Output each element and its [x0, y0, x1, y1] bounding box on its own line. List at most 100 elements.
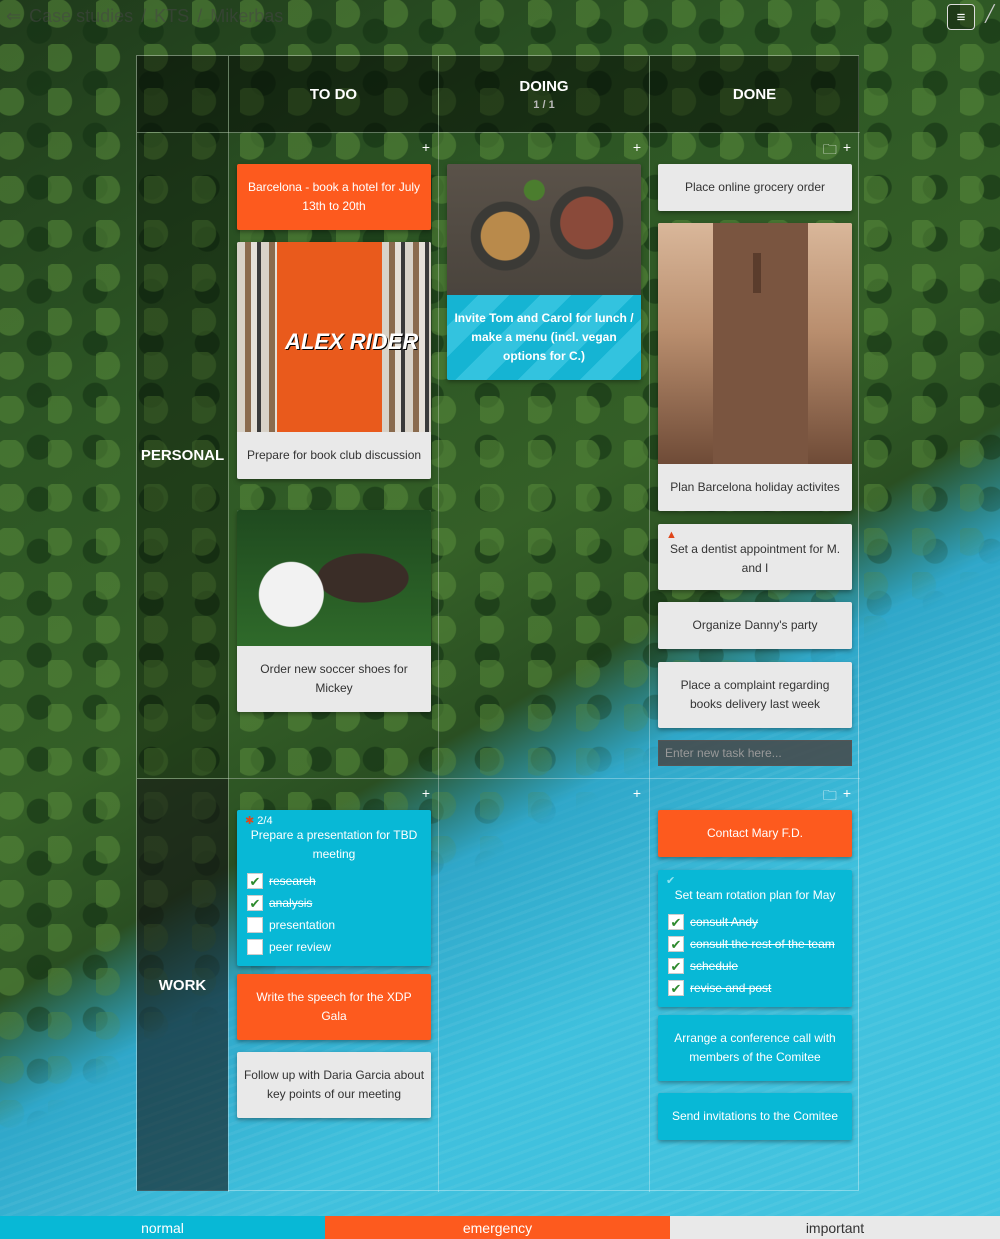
task-card[interactable]: ALEX RIDER Prepare for book club discuss… — [237, 242, 431, 479]
breadcrumb: ⇐ Case studies / KTS / Mikerbas — [6, 6, 283, 27]
task-card[interactable]: Send invitations to the Comitee — [658, 1093, 852, 1140]
folder-icon[interactable]: 🗀 — [823, 785, 837, 809]
breadcrumb-item[interactable]: Mikerbas — [210, 6, 283, 27]
row-title: PERSONAL — [140, 447, 225, 464]
checkbox-checked[interactable]: ✔ — [668, 980, 684, 996]
checklist-label: consult the rest of the team — [690, 936, 835, 951]
book-cover-image: ALEX RIDER — [237, 242, 431, 432]
row-header-work[interactable]: WORK — [137, 779, 228, 1191]
task-card[interactable]: Follow up with Daria Garcia about key po… — [237, 1052, 431, 1118]
task-text: Place online grocery order — [684, 180, 826, 194]
corner-header — [137, 56, 228, 132]
task-text: Organize Danny's party — [692, 618, 818, 632]
task-text: Follow up with Daria Garcia about key po… — [243, 1068, 425, 1101]
checklist: ✔ consult Andy ✔ consult the rest of the t… — [658, 911, 852, 1007]
checkbox-checked[interactable]: ✔ — [668, 958, 684, 974]
checkbox-checked[interactable]: ✔ — [247, 895, 263, 911]
task-text: Barcelona - book a hotel for July 13th t… — [247, 180, 421, 213]
checklist-label: peer review — [269, 939, 332, 954]
task-card[interactable]: ✱ 2/4 Prepare a presentation for TBD mee… — [237, 810, 431, 966]
task-card[interactable]: Plan Barcelona holiday activites — [658, 223, 852, 511]
task-text: Contact Mary F.D. — [706, 826, 804, 840]
column-title: TO DO — [309, 85, 358, 103]
checklist-item[interactable]: ✔ consult the rest of the team — [668, 933, 842, 955]
column-header-done[interactable]: DONE — [650, 56, 859, 132]
soccer-image — [237, 510, 431, 646]
task-card[interactable]: Contact Mary F.D. — [658, 810, 852, 857]
menu-button[interactable]: ≡ — [947, 4, 975, 30]
legend-emergency[interactable]: emergency — [325, 1216, 670, 1239]
row-header-personal[interactable]: PERSONAL — [137, 133, 228, 778]
corner-icon: ╱ — [985, 6, 995, 23]
checklist-item[interactable]: ✔ consult Andy — [668, 911, 842, 933]
task-text: Write the speech for the XDP Gala — [256, 990, 412, 1023]
new-task-input[interactable] — [658, 740, 852, 766]
checklist-item[interactable]: ✔ research — [247, 870, 421, 892]
task-card[interactable]: Write the speech for the XDP Gala — [237, 974, 431, 1040]
checkbox-checked[interactable]: ✔ — [668, 936, 684, 952]
column-header-doing[interactable]: DOING 1 / 1 — [439, 56, 649, 132]
checklist-item[interactable]: ✔ schedule — [668, 955, 842, 977]
checklist-item[interactable]: ✔ analysis — [247, 892, 421, 914]
breadcrumb-separator: / — [197, 6, 203, 26]
task-card[interactable]: Place a complaint regarding books delive… — [658, 662, 852, 728]
legend-important[interactable]: important — [670, 1216, 1000, 1239]
checklist-item[interactable]: presentation — [247, 914, 421, 936]
checkbox-unchecked[interactable] — [247, 939, 263, 955]
legend-normal[interactable]: normal — [0, 1216, 325, 1239]
plus-icon[interactable]: + — [843, 785, 851, 809]
plus-icon[interactable]: + — [422, 139, 430, 155]
task-card[interactable]: Order new soccer shoes for Mickey — [237, 510, 431, 712]
cell-personal-todo: + Barcelona - book a hotel for July 13th… — [229, 133, 438, 778]
task-text: Set team rotation plan for May — [674, 888, 836, 902]
task-card[interactable]: Barcelona - book a hotel for July 13th t… — [237, 164, 431, 230]
plus-icon[interactable]: + — [843, 139, 851, 163]
priority-legend: normal emergency important — [0, 1216, 1000, 1239]
checklist: ✔ research ✔ analysis presentation peer re… — [237, 870, 431, 966]
task-card[interactable]: Arrange a conference call with members o… — [658, 1015, 852, 1081]
task-card[interactable]: Organize Danny's party — [658, 602, 852, 649]
plus-icon[interactable]: + — [633, 139, 641, 155]
column-header-todo[interactable]: TO DO — [229, 56, 438, 132]
cell-personal-done: 🗀 + Place online grocery order Plan Barce… — [650, 133, 859, 778]
task-text: Arrange a conference call with members o… — [674, 1031, 836, 1064]
breadcrumb-item[interactable]: KTS — [154, 6, 189, 27]
task-card[interactable]: ▲ Set a dentist appointment for M. and I — [658, 524, 852, 590]
checkbox-unchecked[interactable] — [247, 917, 263, 933]
checkmark-icon: ✔ — [666, 875, 676, 887]
checkbox-checked[interactable]: ✔ — [668, 914, 684, 930]
task-text: Set a dentist appointment for M. and I — [669, 542, 841, 575]
folder-icon[interactable]: 🗀 — [823, 139, 837, 163]
plus-icon[interactable]: + — [422, 785, 430, 801]
food-image — [447, 164, 641, 295]
priority-arrow-icon: ▲ — [666, 529, 677, 541]
top-bar: ⇐ Case studies / KTS / Mikerbas ≡ ╱ — [0, 0, 1000, 40]
checkbox-checked[interactable]: ✔ — [247, 873, 263, 889]
cell-work-done: 🗀 + Contact Mary F.D. ✔ Set team rotation… — [650, 779, 859, 1191]
plus-icon[interactable]: + — [633, 785, 641, 801]
column-title: DONE — [732, 85, 777, 103]
wip-limit: 1 / 1 — [533, 98, 555, 111]
task-card[interactable]: ✔ Set team rotation plan for May ✔ consul… — [658, 870, 852, 1007]
task-card[interactable]: Invite Tom and Carol for lunch / make a … — [447, 164, 641, 380]
cell-work-todo: + ✱ 2/4 Prepare a presentation for TBD m… — [229, 779, 438, 1191]
column-title: DOING — [519, 77, 569, 95]
breadcrumb-item[interactable]: Case studies — [29, 6, 133, 27]
task-card[interactable]: Place online grocery order — [658, 164, 852, 211]
hamburger-icon: ≡ — [956, 8, 966, 26]
task-text: Order new soccer shoes for Mickey — [260, 662, 408, 695]
checklist-item[interactable]: ✔ revise and post — [668, 977, 842, 999]
task-text: Prepare a presentation for TBD meeting — [250, 828, 418, 861]
checklist-item[interactable]: peer review — [247, 936, 421, 958]
church-image — [658, 223, 852, 464]
book-title-text: ALEX RIDER — [285, 329, 419, 354]
task-text: Send invitations to the Comitee — [671, 1109, 839, 1123]
checklist-label: schedule — [690, 958, 739, 973]
cell-work-doing: + — [439, 779, 649, 1191]
checklist-label: research — [269, 873, 316, 888]
checklist-label: presentation — [269, 917, 336, 932]
task-text: Plan Barcelona holiday activites — [670, 480, 840, 494]
checklist-label: consult Andy — [690, 914, 759, 929]
back-arrow-icon[interactable]: ⇐ — [6, 6, 21, 27]
task-text: Prepare for book club discussion — [246, 448, 422, 462]
